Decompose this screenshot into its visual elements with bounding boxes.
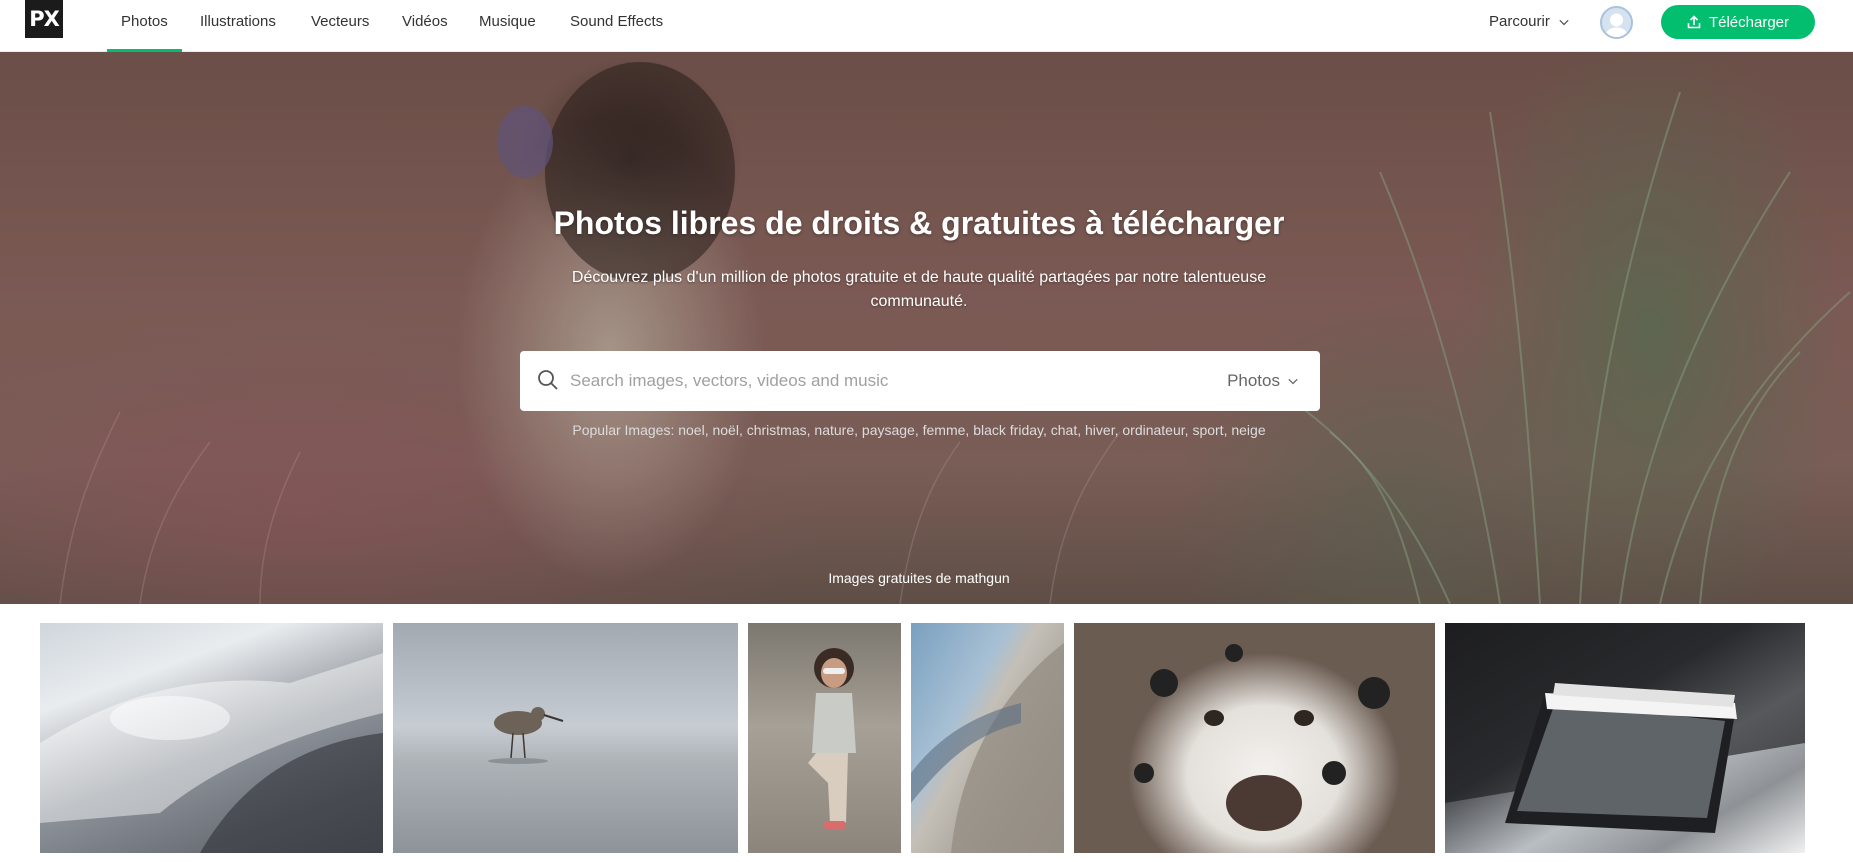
nav-tab-photos[interactable]: Photos: [107, 0, 182, 52]
gallery-image[interactable]: [40, 623, 383, 853]
top-navigation-bar: PX Photos Illustrations Vecteurs Vidéos …: [0, 0, 1853, 52]
hero-title: Photos libres de droits & gratuites à té…: [553, 205, 1285, 241]
gallery-image[interactable]: [748, 623, 901, 853]
popular-tag[interactable]: femme: [923, 422, 966, 438]
nav-tab-sound-effects[interactable]: Sound Effects: [570, 0, 663, 52]
popular-tag[interactable]: neige: [1231, 422, 1265, 438]
popular-label: Popular Images:: [572, 422, 675, 438]
image-content: [40, 653, 383, 853]
hero-banner: Photos libres de droits & gratuites à té…: [0, 52, 1853, 604]
popular-tag[interactable]: hiver: [1085, 422, 1115, 438]
nav-tab-videos[interactable]: Vidéos: [402, 0, 448, 52]
upload-button[interactable]: Télécharger: [1661, 5, 1815, 39]
search-icon[interactable]: [536, 368, 560, 392]
chevron-down-icon: [1559, 19, 1569, 26]
popular-tag[interactable]: christmas: [747, 422, 807, 438]
search-type-dropdown[interactable]: Photos: [1227, 351, 1298, 411]
pixabay-logo[interactable]: PX: [25, 0, 63, 38]
upload-icon: [1687, 15, 1701, 29]
popular-tag[interactable]: sport: [1192, 422, 1223, 438]
search-bar: Photos: [520, 351, 1320, 411]
popular-tag[interactable]: nature: [814, 422, 854, 438]
gallery-image[interactable]: [1074, 623, 1435, 853]
gallery-image[interactable]: [1445, 623, 1805, 853]
image-credit-link[interactable]: Images gratuites de mathgun: [828, 570, 1009, 586]
gallery-image[interactable]: [393, 623, 738, 853]
search-input[interactable]: [570, 351, 1210, 411]
search-type-label: Photos: [1227, 371, 1280, 390]
nav-tab-illustrations[interactable]: Illustrations: [200, 0, 276, 52]
hero-overlay: [0, 52, 1853, 604]
browse-label: Parcourir: [1489, 13, 1550, 30]
upload-label: Télécharger: [1708, 13, 1790, 31]
popular-tag[interactable]: noel: [678, 422, 704, 438]
image-content: [1445, 623, 1805, 833]
popular-tag[interactable]: paysage: [862, 422, 915, 438]
popular-tag[interactable]: chat: [1051, 422, 1077, 438]
image-content: [1134, 644, 1390, 831]
popular-tag[interactable]: black friday: [973, 422, 1043, 438]
popular-tag[interactable]: ordinateur: [1122, 422, 1184, 438]
image-credit: Images gratuites de mathgun: [0, 570, 1838, 586]
image-content: [808, 648, 856, 829]
popular-tag[interactable]: noël: [712, 422, 738, 438]
logo-text: PX: [29, 7, 60, 31]
nav-tab-vecteurs[interactable]: Vecteurs: [311, 0, 369, 52]
nav-tab-musique[interactable]: Musique: [479, 0, 536, 52]
hero-subtitle: Découvrez plus d'un million de photos gr…: [571, 269, 1267, 310]
chevron-down-icon: [1288, 378, 1298, 385]
image-content: [911, 643, 1064, 853]
browse-dropdown[interactable]: Parcourir: [1489, 0, 1569, 44]
user-avatar-icon[interactable]: [1600, 6, 1633, 39]
popular-searches: Popular Images: noel, noël, christmas, n…: [572, 422, 1266, 438]
image-content: [488, 707, 564, 764]
gallery-image[interactable]: [911, 623, 1064, 853]
user-silhouette-icon: [1604, 13, 1629, 37]
